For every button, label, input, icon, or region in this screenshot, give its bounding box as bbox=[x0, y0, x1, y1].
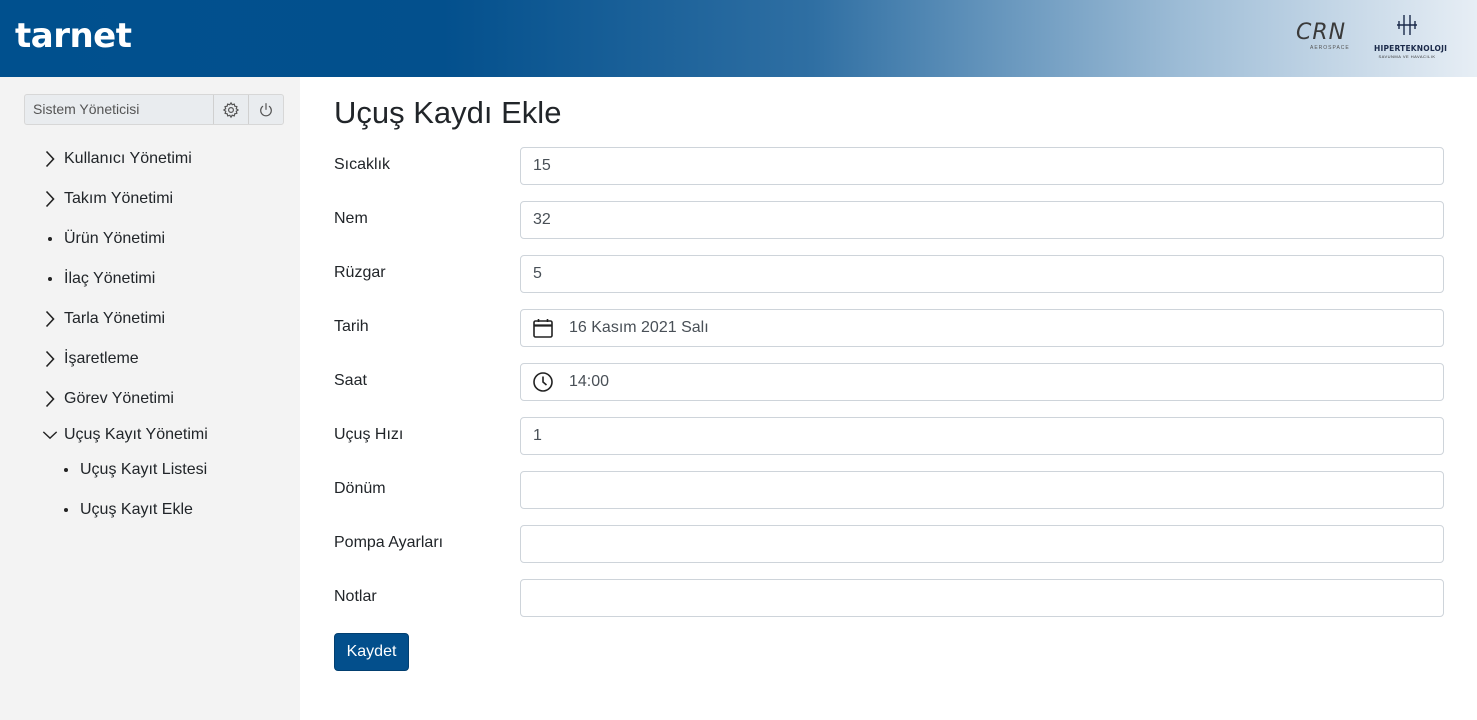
sicaklik-input[interactable]: 15 bbox=[520, 147, 1444, 185]
bullet-icon bbox=[64, 468, 68, 472]
form-row-saat: Saat 14:00 bbox=[334, 363, 1444, 401]
saat-input[interactable]: 14:00 bbox=[520, 363, 1444, 401]
user-name: Sistem Yöneticisi bbox=[33, 101, 140, 117]
sidebar-item-urun-yonetimi[interactable]: Ürün Yönetimi bbox=[0, 219, 300, 259]
hiperteknoloji-sub: SAVUNMA VE HAVACILIK bbox=[1378, 54, 1436, 59]
donum-input[interactable] bbox=[520, 471, 1444, 509]
chevron-right-icon bbox=[45, 390, 55, 408]
sidebar-item-label: İşaretleme bbox=[64, 350, 139, 367]
sidebar-item-isaretleme[interactable]: İşaretleme bbox=[0, 339, 300, 379]
pompa-ayarlari-input[interactable] bbox=[520, 525, 1444, 563]
crn-logo-text: CRN bbox=[1296, 20, 1347, 45]
form-row-notlar: Notlar bbox=[334, 579, 1444, 617]
ucus-hizi-label: Uçuş Hızı bbox=[334, 426, 404, 443]
power-icon bbox=[260, 102, 272, 116]
sidebar-subitem-ucus-kayit-listesi[interactable]: Uçuş Kayıt Listesi bbox=[0, 451, 300, 491]
form-row-donum: Dönüm bbox=[334, 471, 1444, 509]
sidebar-menu: Kullanıcı Yönetimi Takım Yönetimi Ürün Y… bbox=[0, 139, 300, 531]
main-content: Uçuş Kaydı Ekle Sıcaklık 15 Nem 32 Rüzga… bbox=[300, 77, 1477, 720]
ruzgar-input[interactable]: 5 bbox=[520, 255, 1444, 293]
sidebar-item-label: Tarla Yönetimi bbox=[64, 310, 166, 327]
calendar-icon[interactable] bbox=[532, 317, 554, 339]
page-title: Uçuş Kaydı Ekle bbox=[334, 95, 562, 130]
form-row-ucus-hizi: Uçuş Hızı 1 bbox=[334, 417, 1444, 455]
notlar-label: Notlar bbox=[334, 588, 377, 605]
sidebar-item-label: Takım Yönetimi bbox=[64, 190, 174, 207]
sidebar-item-label: İlaç Yönetimi bbox=[64, 270, 156, 287]
sidebar-subitem-label: Uçuş Kayıt Listesi bbox=[80, 461, 208, 478]
bullet-icon bbox=[48, 277, 52, 281]
save-button[interactable]: Kaydet bbox=[334, 633, 409, 671]
sicaklik-label: Sıcaklık bbox=[334, 156, 391, 173]
form-row-tarih: Tarih 16 Kasım 2021 Salı bbox=[334, 309, 1444, 347]
nem-label: Nem bbox=[334, 210, 368, 227]
user-bar: Sistem Yöneticisi bbox=[24, 94, 284, 125]
hiperteknoloji-name: HIPERTEKNOLOJI bbox=[1374, 44, 1448, 53]
sidebar-subitem-label: Uçuş Kayıt Ekle bbox=[80, 501, 193, 518]
sidebar-subitem-ucus-kayit-ekle[interactable]: Uçuş Kayıt Ekle bbox=[0, 491, 300, 531]
notlar-input[interactable] bbox=[520, 579, 1444, 617]
sidebar-item-ilac-yonetimi[interactable]: İlaç Yönetimi bbox=[0, 259, 300, 299]
hiperteknoloji-mark-icon bbox=[1397, 15, 1417, 35]
sidebar-item-label: Kullanıcı Yönetimi bbox=[64, 150, 192, 167]
ruzgar-label: Rüzgar bbox=[334, 264, 386, 281]
brand-logo[interactable]: tarnet bbox=[15, 14, 132, 58]
logout-button[interactable] bbox=[248, 95, 283, 124]
chevron-right-icon bbox=[45, 350, 55, 368]
donum-label: Dönüm bbox=[334, 480, 386, 497]
top-header: tarnet CRN AEROSPACE HIPERTEKNOLOJI SAVU… bbox=[0, 0, 1477, 77]
tarih-label: Tarih bbox=[334, 318, 369, 335]
sidebar-item-takim-yonetimi[interactable]: Takım Yönetimi bbox=[0, 179, 300, 219]
sidebar-item-ucus-kayit-yonetimi[interactable]: Uçuş Kayıt Yönetimi bbox=[0, 419, 300, 451]
sidebar-item-label: Görev Yönetimi bbox=[64, 390, 174, 407]
chevron-right-icon bbox=[45, 150, 55, 168]
crn-aerospace-logo: CRN AEROSPACE bbox=[1292, 20, 1354, 56]
saat-label: Saat bbox=[334, 372, 367, 389]
sidebar-item-tarla-yonetimi[interactable]: Tarla Yönetimi bbox=[0, 299, 300, 339]
ucus-hizi-input[interactable]: 1 bbox=[520, 417, 1444, 455]
form-row-sicaklik: Sıcaklık 15 bbox=[334, 147, 1444, 185]
clock-icon[interactable] bbox=[532, 371, 554, 393]
sidebar-item-label: Ürün Yönetimi bbox=[64, 230, 166, 247]
bullet-icon bbox=[48, 237, 52, 241]
sidebar: Sistem Yöneticisi Kullanıcı Yönetimi Tak… bbox=[0, 77, 300, 720]
hiperteknoloji-logo: HIPERTEKNOLOJI SAVUNMA VE HAVACILIK bbox=[1374, 14, 1448, 62]
form-row-pompa-ayarlari: Pompa Ayarları bbox=[334, 525, 1444, 563]
sidebar-item-label: Uçuş Kayıt Yönetimi bbox=[64, 426, 208, 443]
form-row-nem: Nem 32 bbox=[334, 201, 1444, 239]
nem-input[interactable]: 32 bbox=[520, 201, 1444, 239]
settings-button[interactable] bbox=[213, 95, 248, 124]
tarih-input[interactable]: 16 Kasım 2021 Salı bbox=[520, 309, 1444, 347]
crn-logo-subtext: AEROSPACE bbox=[1310, 45, 1350, 51]
form-row-ruzgar: Rüzgar 5 bbox=[334, 255, 1444, 293]
chevron-right-icon bbox=[45, 310, 55, 328]
gear-icon bbox=[222, 101, 240, 118]
chevron-right-icon bbox=[45, 190, 55, 208]
bullet-icon bbox=[64, 508, 68, 512]
sidebar-item-gorev-yonetimi[interactable]: Görev Yönetimi bbox=[0, 379, 300, 419]
pompa-ayarlari-label: Pompa Ayarları bbox=[334, 534, 444, 551]
chevron-down-icon bbox=[42, 431, 58, 440]
sidebar-item-kullanici-yonetimi[interactable]: Kullanıcı Yönetimi bbox=[0, 139, 300, 179]
